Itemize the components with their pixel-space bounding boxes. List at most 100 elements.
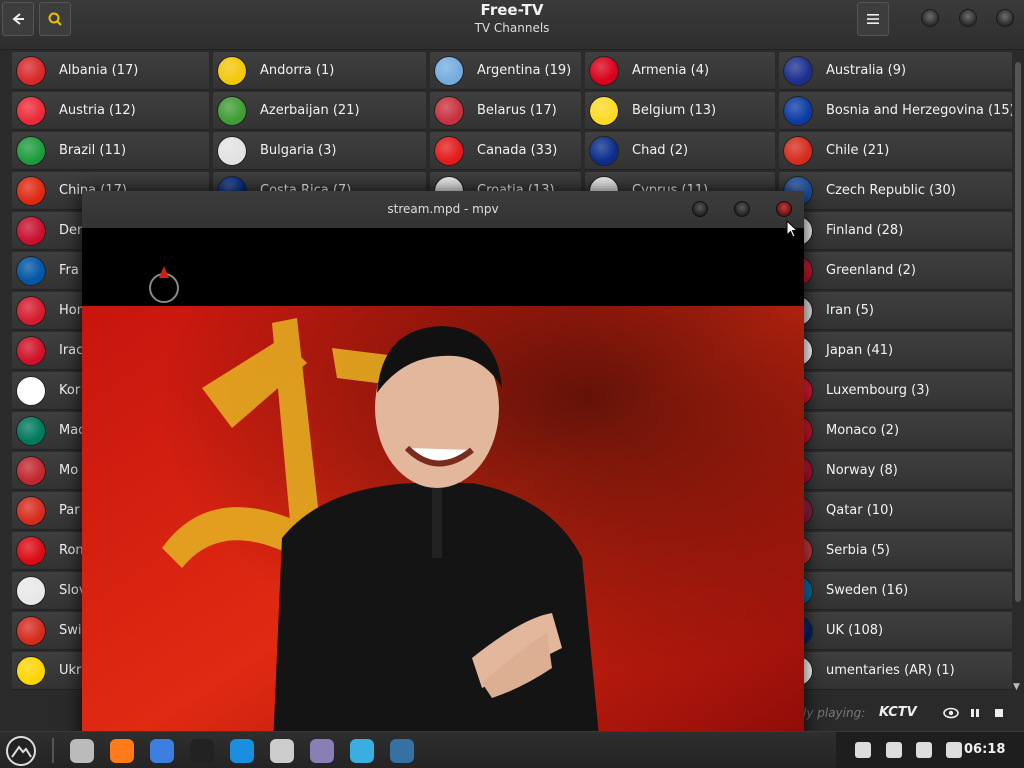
terminal-icon[interactable] [186,735,218,767]
mpv-titlebar[interactable]: stream.mpd - mpv [82,191,804,228]
country-flag-icon [16,575,46,606]
file-manager-icon[interactable] [66,735,98,767]
settings-icon[interactable] [346,735,378,767]
country-button[interactable]: Canada (33) [430,132,581,170]
network-icon[interactable] [916,742,932,758]
store-icon[interactable] [226,735,258,767]
country-button[interactable]: Monaco (2) [779,412,1012,450]
chromium-icon[interactable] [146,735,178,767]
scrollbar-thumb[interactable] [1015,62,1021,602]
country-button[interactable]: Bosnia and Herzegovina (15) [779,92,1015,130]
taskbar-separator [52,738,54,763]
country-button[interactable]: Australia (9) [779,52,1012,90]
scroll-down-arrow-icon[interactable]: ▼ [1013,682,1020,692]
country-button[interactable]: Sweden (16) [779,572,1012,610]
country-label: Canada (33) [477,143,558,158]
country-label: Sweden (16) [826,583,909,598]
country-flag-icon [589,135,619,166]
country-button[interactable]: Iran (5) [779,292,1012,330]
country-label: Czech Republic (30) [826,183,956,198]
country-button[interactable]: Albania (17) [12,52,209,90]
country-button[interactable]: Brazil (11) [12,132,209,170]
country-button[interactable]: UK (108) [779,612,1012,650]
country-button[interactable]: Finland (28) [779,212,1012,250]
country-flag-icon [16,135,46,166]
country-button[interactable]: Qatar (10) [779,492,1012,530]
country-label: Fra [59,263,79,278]
country-label: Azerbaijan (21) [260,103,360,118]
eye-icon[interactable] [943,705,959,721]
country-button[interactable]: Luxembourg (3) [779,372,1012,410]
country-label: umentaries (AR) (1) [826,663,955,678]
country-flag-icon [217,135,247,166]
country-button[interactable]: Argentina (19) [430,52,581,90]
country-label: Norway (8) [826,463,898,478]
country-flag-icon [16,615,46,646]
country-label: Andorra (1) [260,63,335,78]
country-label: Chad (2) [632,143,689,158]
country-button[interactable]: Azerbaijan (21) [213,92,426,130]
country-button[interactable]: Belarus (17) [430,92,581,130]
menu-button[interactable] [857,2,889,36]
pause-icon[interactable] [967,705,983,721]
country-label: Australia (9) [826,63,907,78]
launcher-icon[interactable] [5,735,37,767]
country-flag-icon [16,255,46,286]
country-label: Armenia (4) [632,63,710,78]
country-label: Swi [59,623,82,638]
country-button[interactable]: Belgium (13) [585,92,775,130]
country-button[interactable]: Andorra (1) [213,52,426,90]
maximize-window-button[interactable] [959,9,977,27]
mpv-window[interactable]: stream.mpd - mpv [82,191,804,768]
country-label: Austria (12) [59,103,136,118]
keyboard-icon[interactable] [886,742,902,758]
scrollbar[interactable]: ▼ [1012,52,1024,692]
country-label: Qatar (10) [826,503,894,518]
country-button[interactable]: Chad (2) [585,132,775,170]
country-label: Serbia (5) [826,543,890,558]
country-label: UK (108) [826,623,884,638]
mpv-minimize-button[interactable] [692,201,708,217]
country-label: Finland (28) [826,223,904,238]
volume-icon[interactable] [946,742,962,758]
country-flag-icon [16,535,46,566]
country-label: Japan (41) [826,343,894,358]
country-label: Belgium (13) [632,103,717,118]
hamburger-menu-icon [867,14,879,24]
country-button[interactable]: umentaries (AR) (1) [779,652,1012,690]
firefox-icon[interactable] [106,735,138,767]
now-playing-label: ly playing: [803,706,866,720]
country-label: Brazil (11) [59,143,127,158]
archive-icon[interactable] [266,735,298,767]
country-label: Kor [59,383,81,398]
country-button[interactable]: Austria (12) [12,92,209,130]
country-label: Chile (21) [826,143,890,158]
country-label: Luxembourg (3) [826,383,930,398]
mpv-close-button[interactable] [776,201,792,217]
python-icon[interactable] [386,735,418,767]
country-label: Argentina (19) [477,63,572,78]
minimize-window-button[interactable] [921,9,939,27]
country-button[interactable]: Bulgaria (3) [213,132,426,170]
country-button[interactable]: Chile (21) [779,132,1012,170]
country-button[interactable]: Norway (8) [779,452,1012,490]
mpv-maximize-button[interactable] [734,201,750,217]
country-flag-icon [217,95,247,126]
now-playing-channel: KCTV [879,705,917,720]
country-flag-icon [16,95,46,126]
country-button[interactable]: Greenland (2) [779,252,1012,290]
package-icon[interactable] [306,735,338,767]
country-button[interactable]: Serbia (5) [779,532,1012,570]
country-button[interactable]: Japan (41) [779,332,1012,370]
video-frame[interactable] [82,228,804,768]
country-button[interactable]: Armenia (4) [585,52,775,90]
shield-icon[interactable] [855,742,871,758]
country-label: Par [59,503,80,518]
stop-icon[interactable] [991,705,1007,721]
country-label: Iran (5) [826,303,874,318]
country-label: Ron [59,543,84,558]
country-label: Belarus (17) [477,103,557,118]
taskbar: 06:18 [0,731,1024,768]
country-button[interactable]: Czech Republic (30) [779,172,1012,210]
close-window-button[interactable] [996,9,1014,27]
